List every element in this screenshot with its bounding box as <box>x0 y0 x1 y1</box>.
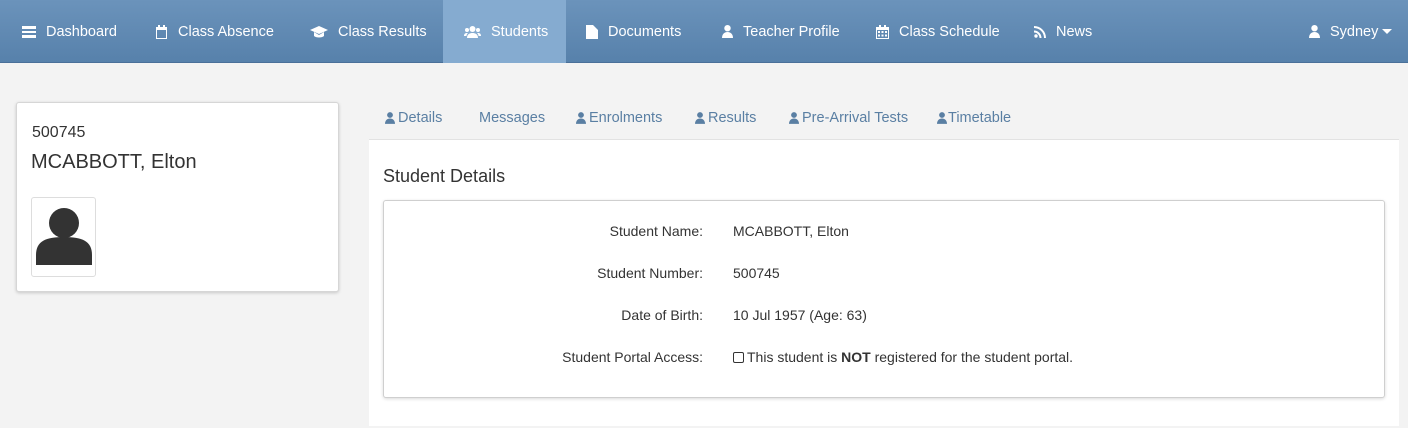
user-menu-label: Sydney <box>1330 23 1379 40</box>
nav-item-class-schedule[interactable]: Class Schedule <box>855 0 1021 63</box>
nav-label-class-schedule: Class Schedule <box>899 23 1000 40</box>
tab-pre-arrival-tests[interactable]: Pre-Arrival Tests <box>789 108 908 128</box>
nav-item-dashboard[interactable]: Dashboard <box>0 0 139 63</box>
tab-timetable[interactable]: Timetable <box>937 108 1011 128</box>
nav-label-teacher-profile: Teacher Profile <box>743 23 840 40</box>
value-date-of-birth: 10 Jul 1957 (Age: 63) <box>733 307 867 323</box>
nav-label-class-results: Class Results <box>338 23 427 40</box>
dashboard-icon <box>22 25 36 38</box>
unchecked-square-icon <box>733 351 744 363</box>
student-details-box <box>383 200 1385 398</box>
portal-access-suffix: registered for the student portal. <box>870 349 1074 365</box>
nav-label-documents: Documents <box>608 23 682 40</box>
label-student-name: Student Name: <box>609 223 703 239</box>
value-student-name: MCABBOTT, Elton <box>733 223 849 239</box>
nav-item-class-absence[interactable]: Class Absence <box>133 0 296 63</box>
caret-down-icon <box>1382 29 1393 34</box>
label-student-number: Student Number: <box>597 265 703 281</box>
user-icon <box>789 112 799 124</box>
rss-icon <box>1034 25 1046 38</box>
nav-label-students: Students <box>491 23 549 40</box>
portal-access-prefix: This student is <box>747 349 842 365</box>
value-student-number: 500745 <box>733 265 780 281</box>
user-menu[interactable]: Sydney <box>1288 0 1408 63</box>
tab-messages-label: Messages <box>479 110 546 126</box>
profile-student-number: 500745 <box>32 124 86 141</box>
users-icon <box>464 25 481 38</box>
tab-enrolments-label: Enrolments <box>589 110 663 126</box>
avatar <box>31 197 96 277</box>
top-navbar: Dashboard Class Absence Class Results St… <box>0 0 1408 63</box>
section-title: Student Details <box>383 166 506 186</box>
user-silhouette-icon <box>35 208 92 265</box>
user-icon <box>937 112 947 124</box>
nav-item-class-results[interactable]: Class Results <box>288 0 449 63</box>
value-portal-access: This student is NOT registered for the s… <box>733 349 1073 365</box>
calendar-icon <box>156 24 167 39</box>
graduation-cap-icon <box>310 25 328 37</box>
nav-label-class-absence: Class Absence <box>178 23 274 40</box>
tab-details[interactable]: Details <box>385 108 442 128</box>
user-icon <box>695 112 705 124</box>
tab-pre-arrival-tests-label: Pre-Arrival Tests <box>802 110 909 126</box>
nav-label-dashboard: Dashboard <box>46 23 117 40</box>
nav-item-news[interactable]: News <box>1014 0 1112 63</box>
tab-results[interactable]: Results <box>695 108 756 128</box>
label-portal-access: Student Portal Access: <box>562 349 703 365</box>
tab-details-label: Details <box>398 110 443 126</box>
user-icon <box>385 112 395 124</box>
document-icon <box>586 24 598 39</box>
profile-student-name: MCABBOTT, Elton <box>31 151 197 173</box>
student-profile-card: 500745 MCABBOTT, Elton <box>16 102 339 292</box>
tab-timetable-label: Timetable <box>948 110 1012 126</box>
user-icon <box>1309 25 1320 38</box>
tab-results-label: Results <box>708 110 757 126</box>
label-date-of-birth: Date of Birth: <box>621 307 703 323</box>
nav-item-documents[interactable]: Documents <box>566 0 701 63</box>
nav-item-teacher-profile[interactable]: Teacher Profile <box>701 0 861 63</box>
nav-label-news: News <box>1056 23 1093 40</box>
user-icon <box>576 112 586 124</box>
calendar-grid-icon <box>876 24 889 39</box>
user-icon <box>722 25 733 38</box>
portal-access-not: NOT <box>841 349 871 365</box>
nav-item-students[interactable]: Students <box>443 0 566 63</box>
tab-messages[interactable]: Messages <box>479 108 545 128</box>
tab-enrolments[interactable]: Enrolments <box>576 108 662 128</box>
